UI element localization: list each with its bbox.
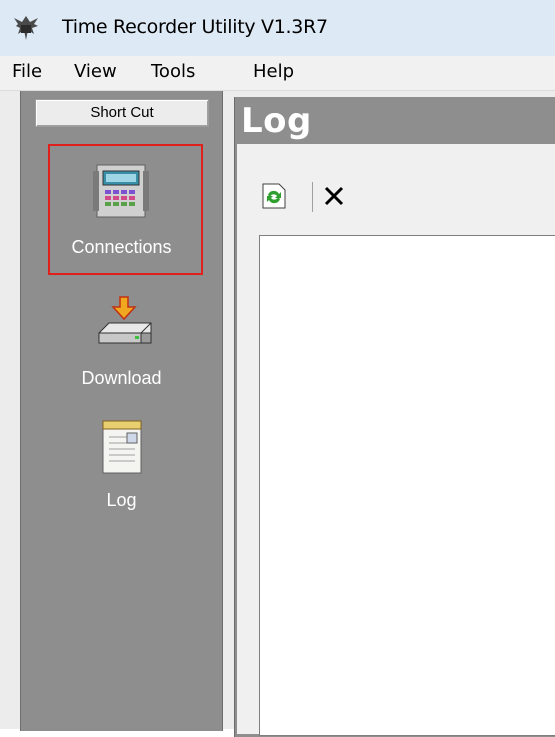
download-device-icon <box>98 296 152 344</box>
window-title: Time Recorder Utility V1.3R7 <box>62 16 328 38</box>
menu-file[interactable]: File <box>12 61 42 82</box>
shortcut-header-button[interactable]: Short Cut <box>35 99 209 127</box>
log-panel: Log <box>234 97 555 737</box>
menu-tools[interactable]: Tools <box>151 61 195 82</box>
log-toolbar <box>237 144 555 736</box>
shortcut-label-connections: Connections <box>71 237 172 257</box>
terminal-device-icon <box>93 164 149 218</box>
shortcut-item-download[interactable]: Download <box>21 291 222 395</box>
shortcut-item-log[interactable]: Log <box>21 417 222 521</box>
menu-view[interactable]: View <box>74 61 117 82</box>
menu-help[interactable]: Help <box>253 61 294 82</box>
refresh-icon[interactable] <box>261 182 287 210</box>
shortcut-label-download: Download <box>81 368 162 388</box>
panel-title: Log <box>241 101 312 141</box>
client-area: Short Cut Connections Download Log Log <box>0 91 555 737</box>
shortcut-sidebar: Short Cut Connections Download Log <box>20 91 223 731</box>
log-notepad-icon <box>102 420 142 474</box>
app-icon <box>14 16 38 40</box>
log-text-area[interactable] <box>259 235 555 736</box>
shortcut-item-connections[interactable]: Connections <box>21 153 222 263</box>
title-bar[interactable]: Time Recorder Utility V1.3R7 <box>0 0 555 56</box>
toolbar-separator <box>312 182 313 212</box>
delete-icon[interactable] <box>323 185 345 207</box>
menu-bar: File View Tools Help <box>0 56 555 91</box>
shortcut-label-log: Log <box>106 490 137 510</box>
